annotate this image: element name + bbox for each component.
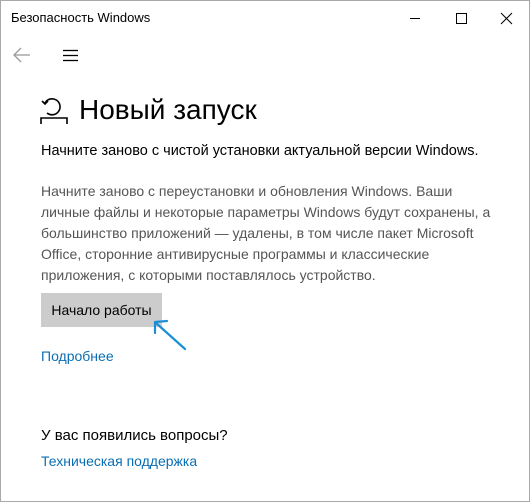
support-link[interactable]: Техническая поддержка	[41, 453, 197, 469]
navigation-bar	[1, 35, 529, 75]
back-button[interactable]	[7, 39, 39, 71]
description-text: Начните заново с переустановки и обновле…	[41, 181, 521, 286]
back-arrow-icon	[13, 47, 30, 63]
questions-heading: У вас появились вопросы?	[41, 427, 228, 444]
fresh-start-icon	[40, 98, 68, 124]
app-window: Безопасность Windows Новый запуск Начнит…	[0, 0, 530, 502]
minimize-icon	[410, 18, 420, 19]
more-info-link[interactable]: Подробнее	[41, 348, 114, 364]
title-bar[interactable]: Безопасность Windows	[1, 1, 529, 35]
maximize-button[interactable]	[438, 1, 484, 35]
page-subtitle: Начните заново с чистой установки актуал…	[41, 143, 479, 159]
minimize-button[interactable]	[392, 1, 438, 35]
annotation-arrow	[153, 319, 187, 351]
start-button[interactable]: Начало работы	[41, 293, 162, 327]
close-icon	[500, 12, 513, 25]
description-line: приложения, с которыми поставлялось устр…	[41, 267, 376, 283]
hamburger-menu-icon	[63, 49, 78, 62]
description-line: большинство приложений — удалены, в том …	[41, 225, 474, 241]
description-line: Office, сторонние антивирусные программы…	[41, 246, 430, 262]
description-line: личные файлы и некоторые параметры Windo…	[41, 204, 491, 220]
page-title: Новый запуск	[79, 94, 257, 125]
hamburger-menu-button[interactable]	[54, 39, 86, 71]
window-title: Безопасность Windows	[11, 10, 151, 25]
maximize-icon	[456, 13, 467, 24]
close-button[interactable]	[484, 1, 529, 35]
description-line: Начните заново с переустановки и обновле…	[41, 183, 453, 199]
